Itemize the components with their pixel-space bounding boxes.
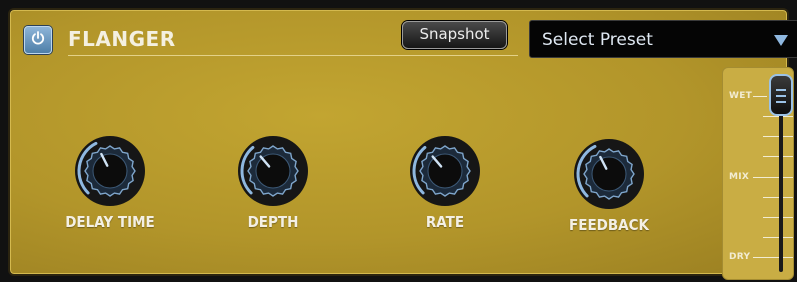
mix-tick [763,116,793,117]
feedback-control: FEEDBACK [529,137,689,235]
mix-tick [753,257,793,258]
mix-tick [753,96,767,97]
knob-graphic [238,136,308,206]
rate-label: RATE [425,213,465,231]
depth-knob[interactable] [236,134,310,208]
grip-line [776,101,786,103]
feedback-knob[interactable] [572,137,646,211]
mix-slider-handle[interactable] [769,74,793,116]
flanger-plugin-panel: FLANGER Snapshot Select Preset DELAY TIM… [8,8,797,280]
knob-graphic [75,136,145,206]
rate-knob[interactable] [408,134,482,208]
mix-tick [753,177,793,178]
mix-label: MIX [729,172,750,182]
grip-line [776,95,786,97]
delay-time-control: DELAY TIME [30,134,190,232]
depth-label: DEPTH [247,213,299,231]
delay-time-knob[interactable] [73,134,147,208]
depth-control: DEPTH [193,134,353,232]
power-icon [30,30,46,50]
mix-tick [763,156,793,157]
mix-tick [763,217,793,218]
rate-control: RATE [365,134,525,232]
grip-line [776,89,786,91]
plugin-title: FLANGER [68,27,176,51]
chevron-down-icon [774,35,788,46]
mix-tick [763,237,793,238]
wet-dry-mix-panel: WET MIX DRY [722,67,794,280]
mix-tick [763,136,793,137]
delay-time-label: DELAY TIME [65,213,155,231]
title-underline [68,55,518,56]
knob-graphic [574,139,644,209]
preset-dropdown[interactable]: Select Preset [529,20,797,58]
mix-tick [763,197,793,198]
dry-label: DRY [729,252,751,262]
snapshot-button[interactable]: Snapshot [402,21,507,49]
wet-label: WET [729,91,753,101]
feedback-label: FEEDBACK [569,216,649,234]
power-button[interactable] [24,26,52,54]
knob-graphic [410,136,480,206]
preset-selected-value: Select Preset [542,30,653,50]
